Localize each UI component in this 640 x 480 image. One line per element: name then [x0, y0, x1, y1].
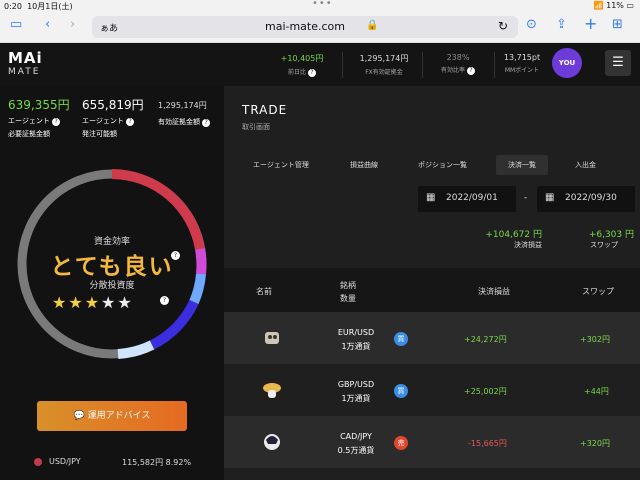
effective-margin-stat: 1,295,174円 有効証拠金額 ?: [158, 100, 211, 127]
orderable-amount-stat: 655,819円 エージェント ? 発注可能額: [82, 98, 144, 138]
calendar-icon: ▦: [426, 192, 436, 203]
legend-dot: [34, 457, 42, 466]
star-empty-icon: ★: [101, 293, 118, 312]
user-avatar[interactable]: YOU: [552, 48, 582, 78]
stat-mm-points: 13,715pt MMポイント: [503, 53, 541, 74]
diversification-stars: ★★★★★: [52, 293, 134, 312]
help-icon[interactable]: ?: [160, 296, 169, 305]
tab-agent-management[interactable]: エージェント管理: [253, 160, 309, 170]
back-icon[interactable]: ‹: [45, 17, 50, 32]
chat-icon: 💬: [73, 411, 85, 421]
page-subtitle: 取引画面: [242, 123, 270, 131]
diversification-label: 分散投資度: [89, 281, 135, 291]
agent-avatar: [263, 383, 281, 398]
logo[interactable]: MAi MATE: [8, 49, 43, 77]
date-from-field[interactable]: ▦ 2022/09/01: [418, 186, 516, 212]
calendar-icon: ▦: [545, 192, 555, 203]
table-row[interactable]: EUR/USD 1万通貨 買 +24,272円 +302円: [224, 312, 640, 364]
total-profit: +104,672 円 決済損益: [485, 230, 542, 249]
lock-icon: 🔒: [366, 20, 379, 31]
required-margin-stat: 639,355円 エージェント ? 必要証拠金額: [8, 98, 70, 138]
stat-effective-ratio: 238% 有効比率 ?: [430, 53, 486, 75]
sell-badge: 売: [394, 436, 408, 450]
donut-segment: [117, 340, 155, 359]
browser-toolbar: ▭ ‹ › ぁあ mai-mate.com 🔒 ↻ ⊙ ⇪ + ⊞: [0, 12, 640, 43]
forward-icon[interactable]: ›: [70, 17, 75, 32]
allocation-legend-item: USD/JPY 115,582円 8.92%: [34, 457, 191, 467]
help-icon[interactable]: ?: [52, 118, 61, 126]
new-tab-icon[interactable]: +: [584, 14, 597, 33]
star-empty-icon: ★: [117, 293, 134, 312]
tab-settlements[interactable]: 決済一覧: [496, 155, 548, 175]
help-icon[interactable]: ?: [126, 118, 135, 126]
help-icon[interactable]: ?: [202, 119, 211, 127]
buy-badge: 買: [394, 332, 408, 346]
url-text[interactable]: mai-mate.com: [92, 20, 518, 33]
tabs-overview-icon[interactable]: ⊞: [612, 17, 623, 32]
date-to-field[interactable]: ▦ 2022/09/30: [537, 186, 635, 212]
star-filled-icon: ★: [84, 293, 102, 312]
tab-deposits[interactable]: 入出金: [575, 160, 596, 170]
sidebar-icon[interactable]: ▭: [10, 17, 22, 32]
stat-day-change: +10,405円 前日比 ?: [280, 54, 324, 77]
address-bar[interactable]: ぁあ mai-mate.com 🔒 ↻: [92, 16, 518, 38]
app-header: MAi MATE +10,405円 前日比 ? 1,295,174円 FX有効証…: [0, 43, 640, 86]
donut-segment: [149, 299, 199, 350]
table-header: 名前 銘柄 数量 決済損益 スワップ: [224, 268, 640, 312]
date-separator: -: [524, 193, 528, 203]
stat-fx-margin: 1,295,174円 FX有効証拠金: [359, 54, 409, 76]
help-icon[interactable]: ?: [171, 251, 180, 260]
status-right: 📶 11% ▭: [593, 1, 634, 10]
star-filled-icon: ★: [52, 293, 69, 312]
tab-pl-curve[interactable]: 損益曲線: [350, 160, 378, 170]
table-row[interactable]: CAD/JPY 0.5万通貨 売 -15,665円 +320円: [224, 416, 640, 468]
status-time: 0:20 10月1日(土): [4, 2, 73, 11]
share-icon[interactable]: ⇪: [556, 17, 567, 32]
star-filled-icon: ★: [68, 293, 85, 312]
download-icon[interactable]: ⊙: [526, 17, 537, 32]
efficiency-value: とても良い: [50, 254, 174, 280]
buy-badge: 買: [394, 384, 408, 398]
agent-avatar: [265, 332, 279, 344]
hamburger-menu-icon[interactable]: ☰: [605, 50, 631, 76]
tab-positions[interactable]: ポジション一覧: [418, 160, 467, 170]
multitask-dots[interactable]: •••: [312, 0, 333, 9]
total-swap: +6,303 円 スワップ: [588, 230, 634, 249]
table-row[interactable]: GBP/USD 1万通貨 買 +25,002円 +44円: [224, 364, 640, 416]
efficiency-label: 資金効率: [93, 237, 130, 247]
status-bar: 0:20 10月1日(土) ••• 📶 11% ▭: [0, 0, 640, 12]
investment-advice-button[interactable]: 💬 運用アドバイス: [37, 401, 187, 431]
reload-icon[interactable]: ↻: [498, 19, 508, 33]
page-title: TRADE: [242, 103, 288, 117]
help-icon[interactable]: ?: [307, 68, 316, 77]
help-icon[interactable]: ?: [466, 66, 475, 75]
agent-avatar: [264, 434, 280, 450]
